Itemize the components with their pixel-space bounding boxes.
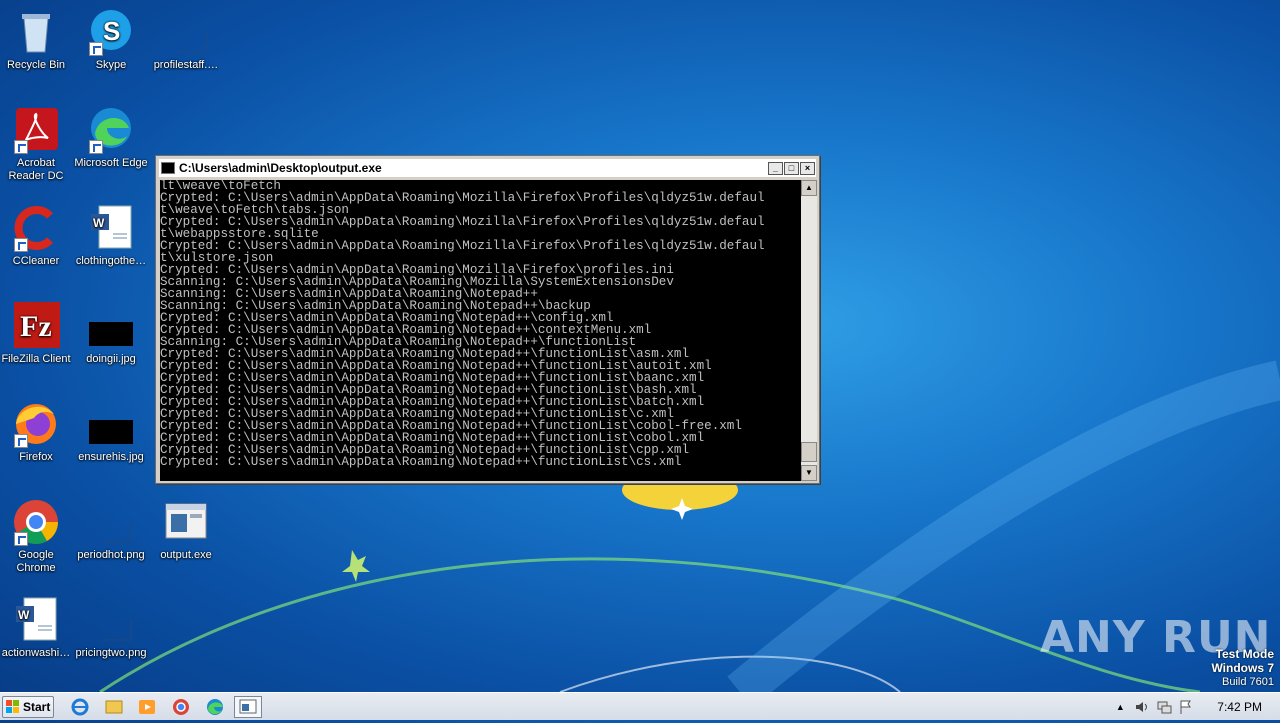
action-center-flag-icon[interactable] (1178, 699, 1194, 715)
desktop-icon-skype[interactable]: S Skype (73, 8, 149, 72)
desktop-icon-profilestaff[interactable]: profilestaff.… (148, 8, 224, 72)
taskbar-clock[interactable]: 7:42 PM (1217, 700, 1262, 714)
firefox-icon (12, 400, 60, 448)
windows-flag-icon (6, 700, 20, 714)
maximize-button[interactable]: □ (784, 161, 799, 175)
desktop-icon-doingii[interactable]: doingii.jpg (73, 302, 149, 366)
tray-expand-icon[interactable]: ▲ (1112, 699, 1128, 715)
skype-icon: S (87, 8, 135, 56)
ie-icon (71, 698, 89, 716)
chrome-icon (173, 699, 189, 715)
desktop-icon-output-exe[interactable]: output.exe (148, 498, 224, 562)
desktop-icon-ensurehis[interactable]: ensurehis.jpg (73, 400, 149, 464)
shortcut-arrow-icon (14, 140, 28, 154)
scroll-up-button[interactable]: ▲ (801, 180, 817, 196)
scroll-down-button[interactable]: ▼ (801, 465, 817, 481)
filezilla-icon: Fz (12, 302, 60, 350)
media-player-icon (139, 700, 155, 714)
chrome-icon (12, 498, 60, 546)
shortcut-arrow-icon (14, 434, 28, 448)
desktop-icon-chrome[interactable]: Google Chrome (0, 498, 74, 575)
taskbar-console[interactable] (234, 696, 262, 718)
blank-file-icon (162, 8, 210, 56)
image-file-icon (87, 400, 135, 448)
desktop-icon-actionwashi[interactable]: W actionwashi… (0, 596, 74, 660)
taskbar-media-player[interactable] (133, 696, 161, 718)
taskbar-chrome[interactable] (167, 696, 195, 718)
taskbar-explorer[interactable] (100, 696, 128, 718)
build-label: Build 7601 (1222, 676, 1274, 688)
desktop-icon-periodhot[interactable]: periodhot.png (73, 498, 149, 562)
ccleaner-icon (12, 204, 60, 252)
console-window[interactable]: C:\Users\admin\Desktop\output.exe _ □ × … (155, 155, 820, 484)
exe-file-icon (162, 498, 210, 546)
acrobat-icon (12, 106, 60, 154)
edge-icon (87, 106, 135, 154)
svg-text:W: W (18, 608, 30, 622)
svg-text:S: S (103, 16, 120, 46)
test-mode-watermark: Test Mode Windows 7 Build 7601 (1211, 647, 1274, 689)
network-icon[interactable] (1156, 699, 1172, 715)
desktop-icon-pricingtwo[interactable]: pricingtwo.png (73, 596, 149, 660)
blank-file-icon (87, 596, 135, 644)
os-label: Windows 7 (1211, 661, 1274, 675)
desktop-icon-clothingothe[interactable]: W clothingothe… (73, 204, 149, 268)
start-button[interactable]: Start (2, 696, 54, 718)
svg-text:W: W (93, 216, 105, 230)
explorer-icon (105, 700, 123, 714)
start-label: Start (23, 700, 51, 714)
shortcut-arrow-icon (14, 238, 28, 252)
scroll-thumb[interactable] (801, 442, 817, 462)
blank-file-icon (87, 498, 135, 546)
desktop-icon-recycle-bin[interactable]: Recycle Bin (0, 8, 74, 72)
console-icon (239, 699, 257, 714)
desktop-icon-filezilla[interactable]: Fz FileZilla Client (0, 302, 74, 366)
desktop-icon-edge[interactable]: Microsoft Edge (73, 106, 149, 170)
shortcut-arrow-icon (89, 42, 103, 56)
close-button[interactable]: × (800, 161, 815, 175)
edge-icon (207, 699, 223, 715)
console-app-icon (161, 162, 175, 174)
desktop-icon-ccleaner[interactable]: CCleaner (0, 204, 74, 268)
word-doc-icon: W (12, 596, 60, 644)
svg-text:Fz: Fz (20, 310, 52, 343)
desktop-icon-acrobat[interactable]: Acrobat Reader DC (0, 106, 74, 183)
shortcut-arrow-icon (89, 140, 103, 154)
console-line: Crypted: C:\Users\admin\AppData\Roaming\… (160, 455, 682, 469)
taskbar: Start ▲ 7:42 PM (0, 692, 1280, 720)
system-tray: ▲ 7:42 PM (1109, 693, 1280, 720)
minimize-button[interactable]: _ (768, 161, 783, 175)
window-titlebar[interactable]: C:\Users\admin\Desktop\output.exe _ □ × (159, 159, 816, 177)
image-file-icon (87, 302, 135, 350)
vertical-scrollbar[interactable]: ▲ ▼ (801, 180, 817, 481)
console-output[interactable]: lt\weave\toFetch Crypted: C:\Users\admin\… (160, 180, 801, 481)
taskbar-ie[interactable] (66, 696, 94, 718)
recycle-bin-icon (12, 8, 60, 56)
window-title: C:\Users\admin\Desktop\output.exe (179, 161, 382, 175)
desktop-icon-firefox[interactable]: Firefox (0, 400, 74, 464)
shortcut-arrow-icon (14, 532, 28, 546)
word-doc-icon: W (87, 204, 135, 252)
volume-icon[interactable] (1134, 699, 1150, 715)
test-mode-label: Test Mode (1215, 647, 1274, 661)
taskbar-edge[interactable] (201, 696, 229, 718)
